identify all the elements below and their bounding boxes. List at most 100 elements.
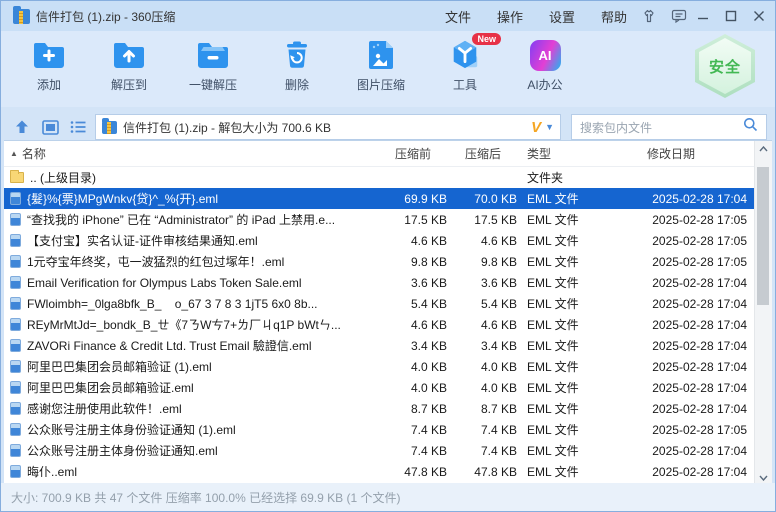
v-logo-icon[interactable]: V <box>531 119 541 136</box>
extract-to-label: 解压到 <box>111 76 147 93</box>
file-icon <box>10 192 21 205</box>
column-header-date[interactable]: 修改日期 <box>645 145 755 162</box>
file-icon <box>10 297 21 310</box>
one-click-extract-folder-icon <box>196 38 230 72</box>
search-placeholder: 搜索包内文件 <box>580 119 743 136</box>
image-compress-label: 图片压缩 <box>357 76 405 93</box>
file-list-panel: ▲ 名称 压缩前 压缩后 类型 修改日期 .. (上级目录) 文件夹 {髮}%{… <box>4 140 772 486</box>
file-type: EML 文件 <box>517 232 645 249</box>
file-name: 阿里巴巴集团会员邮箱验证.eml <box>27 379 194 396</box>
size-after: 70.0 KB <box>447 192 517 206</box>
safe-badge[interactable]: 安全 <box>695 34 755 98</box>
file-date: 2025-02-28 17:04 <box>645 465 755 479</box>
extract-to-button[interactable]: 解压到 <box>103 38 155 93</box>
table-row[interactable]: 阿里巴巴集团会员邮箱验证 (1).eml 4.0 KB 4.0 KB EML 文… <box>4 356 755 377</box>
skin-theme-icon[interactable] <box>641 9 657 23</box>
table-row[interactable]: “查找我的 iPhone” 已在 “Administrator” 的 iPad … <box>4 209 755 230</box>
size-after: 4.6 KB <box>447 234 517 248</box>
maximize-button[interactable] <box>725 10 737 22</box>
file-date: 2025-02-28 17:04 <box>645 444 755 458</box>
title-bar: 信件打包 (1).zip - 360压缩 文件 操作 设置 帮助 <box>1 1 775 31</box>
file-type: EML 文件 <box>517 316 645 333</box>
size-before: 7.4 KB <box>347 444 447 458</box>
file-icon <box>10 444 21 457</box>
table-row[interactable]: 【支付宝】实名认证-证件审核结果通知.eml 4.6 KB 4.6 KB EML… <box>4 230 755 251</box>
vertical-scrollbar[interactable] <box>754 141 772 486</box>
file-date: 2025-02-28 17:05 <box>645 234 755 248</box>
file-type: EML 文件 <box>517 295 645 312</box>
menu-help[interactable]: 帮助 <box>601 7 627 26</box>
file-name: {髮}%{票}MPgWnkv{贷}^_%{开}.eml <box>27 190 218 207</box>
menu-settings[interactable]: 设置 <box>549 7 575 26</box>
scroll-up-icon[interactable] <box>755 141 772 157</box>
tools-button[interactable]: New 工具 <box>439 38 491 93</box>
dropdown-caret-icon[interactable]: ▼ <box>545 122 554 132</box>
table-row[interactable]: {髮}%{票}MPgWnkv{贷}^_%{开}.eml 69.9 KB 70.0… <box>4 188 755 209</box>
extract-to-folder-icon <box>112 38 146 72</box>
file-list: .. (上级目录) 文件夹 {髮}%{票}MPgWnkv{贷}^_%{开}.em… <box>4 167 755 482</box>
window-title: 信件打包 (1).zip - 360压缩 <box>36 8 175 25</box>
file-name: Email Verification for Olympus Labs Toke… <box>27 276 302 290</box>
search-box[interactable]: 搜索包内文件 <box>571 114 767 140</box>
up-level-button[interactable] <box>11 116 33 138</box>
menu-file[interactable]: 文件 <box>445 7 471 26</box>
table-row[interactable]: 感谢您注册使用此软件！.eml 8.7 KB 8.7 KB EML 文件 202… <box>4 398 755 419</box>
table-row[interactable]: 公众账号注册主体身份验证通知 (1).eml 7.4 KB 7.4 KB EML… <box>4 419 755 440</box>
file-date: 2025-02-28 17:05 <box>645 423 755 437</box>
ai-office-button[interactable]: AI AI办公 <box>519 38 571 93</box>
file-name: 1元夺宝年终奖，屯一波猛烈的红包过塚年！.eml <box>27 253 284 270</box>
size-after: 5.4 KB <box>447 297 517 311</box>
file-icon <box>10 172 24 183</box>
archive-path-field[interactable]: 信件打包 (1).zip - 解包大小为 700.6 KB V ▼ <box>95 114 561 140</box>
size-before: 47.8 KB <box>347 465 447 479</box>
file-date: 2025-02-28 17:04 <box>645 381 755 395</box>
file-date: 2025-02-28 17:04 <box>645 318 755 332</box>
column-header-type[interactable]: 类型 <box>517 145 645 162</box>
list-view-button[interactable] <box>67 116 89 138</box>
one-click-extract-button[interactable]: 一键解压 <box>183 38 243 93</box>
table-row[interactable]: REyMrMtJd=_bondk_B_ㄝ《7ㄋWㄘ7+ㄌ厂ㄐq1P bWtㄣ..… <box>4 314 755 335</box>
file-date: 2025-02-28 17:04 <box>645 192 755 206</box>
close-button[interactable] <box>753 10 765 22</box>
delete-button[interactable]: 删除 <box>271 38 323 93</box>
status-bar: 大小: 700.9 KB 共 47 个文件 压缩率 100.0% 已经选择 69… <box>1 483 775 511</box>
file-date: 2025-02-28 17:04 <box>645 339 755 353</box>
safe-badge-label: 安全 <box>709 56 741 77</box>
table-row[interactable]: Email Verification for Olympus Labs Toke… <box>4 272 755 293</box>
size-after: 47.8 KB <box>447 465 517 479</box>
add-label: 添加 <box>37 76 61 93</box>
file-type: 文件夹 <box>517 169 645 186</box>
file-name: 【支付宝】实名认证-证件审核结果通知.eml <box>27 232 258 249</box>
app-zip-icon <box>13 9 30 24</box>
table-row[interactable]: 晦仆..eml 47.8 KB 47.8 KB EML 文件 2025-02-2… <box>4 461 755 482</box>
add-button[interactable]: 添加 <box>23 38 75 93</box>
size-after: 4.6 KB <box>447 318 517 332</box>
size-after: 8.7 KB <box>447 402 517 416</box>
column-header-name[interactable]: ▲ 名称 <box>4 145 347 162</box>
preview-view-button[interactable] <box>39 116 61 138</box>
search-icon[interactable] <box>743 117 758 137</box>
file-type: EML 文件 <box>517 379 645 396</box>
table-row[interactable]: 1元夺宝年终奖，屯一波猛烈的红包过塚年！.eml 9.8 KB 9.8 KB E… <box>4 251 755 272</box>
table-row[interactable]: ZAVORi Finance & Credit Ltd. Trust Email… <box>4 335 755 356</box>
size-before: 7.4 KB <box>347 423 447 437</box>
minimize-button[interactable] <box>697 10 709 22</box>
column-header-after[interactable]: 压缩后 <box>447 145 517 162</box>
file-type: EML 文件 <box>517 421 645 438</box>
image-compress-button[interactable]: 图片压缩 <box>351 38 411 93</box>
table-row[interactable]: FWloimbh=_0lga8bfk_B_ o_67 3 7 8 3 1jT5 … <box>4 293 755 314</box>
file-icon <box>10 255 21 268</box>
scrollbar-thumb[interactable] <box>757 167 769 305</box>
table-row[interactable]: 公众账号注册主体身份验证通知.eml 7.4 KB 7.4 KB EML 文件 … <box>4 440 755 461</box>
file-icon <box>10 213 21 226</box>
table-row[interactable]: .. (上级目录) 文件夹 <box>4 167 755 188</box>
menu-operation[interactable]: 操作 <box>497 7 523 26</box>
column-header-before[interactable]: 压缩前 <box>347 145 447 162</box>
file-date: 2025-02-28 17:04 <box>645 297 755 311</box>
file-type: EML 文件 <box>517 337 645 354</box>
table-row[interactable]: 阿里巴巴集团会员邮箱验证.eml 4.0 KB 4.0 KB EML 文件 20… <box>4 377 755 398</box>
new-badge: New <box>472 33 501 45</box>
feedback-icon[interactable] <box>671 9 687 23</box>
tools-label: 工具 <box>453 76 477 93</box>
file-type: EML 文件 <box>517 253 645 270</box>
